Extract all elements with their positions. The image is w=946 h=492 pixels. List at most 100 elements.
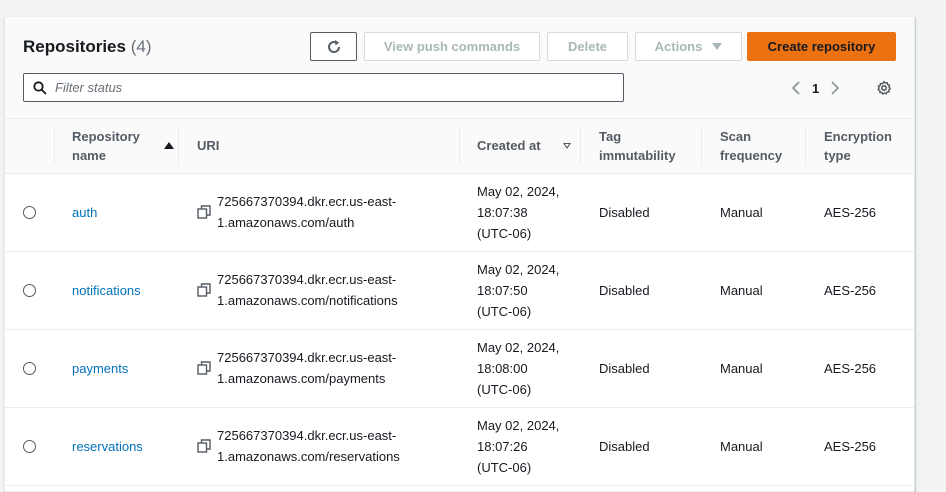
table-row[interactable]: auth 725667370394.dkr.ecr.us-east- 1.ama… [5, 173, 914, 252]
copy-icon[interactable] [197, 283, 211, 297]
select-cell [5, 251, 54, 330]
tag-immutability-cell: Disabled [580, 407, 701, 486]
created-date: May 02, 2024, [477, 261, 560, 277]
page-title: Repositories (4) [23, 37, 152, 57]
select-cell [5, 329, 54, 408]
created-date: May 02, 2024, [477, 417, 560, 433]
table-header-row: Repository name URI Created at Tag immut… [5, 119, 914, 174]
scan-frequency-cell: Manual [701, 407, 805, 486]
created-timezone: (UTC-06) [477, 381, 532, 397]
copy-icon[interactable] [197, 361, 211, 375]
column-label: URI [197, 138, 220, 154]
created-at-cell: May 02, 2024, 18:07:26 (UTC-06) [459, 407, 580, 486]
repository-name-link[interactable]: payments [72, 361, 128, 376]
tag-immutability-cell: Disabled [580, 173, 701, 252]
encryption-type-cell: AES-256 [805, 329, 914, 408]
row-radio-button[interactable] [23, 283, 36, 297]
title-text: Repositories [23, 37, 126, 56]
table-row[interactable]: notifications 725667370394.dkr.ecr.us-ea… [5, 251, 914, 330]
column-label: Scan frequency [720, 128, 783, 163]
created-at-cell: May 02, 2024, 18:07:50 (UTC-06) [459, 251, 580, 330]
tag-immutability-cell: Disabled [580, 251, 701, 330]
column-label: Encryption type [824, 128, 892, 163]
column-header-tag-immutability: Tag immutability [580, 119, 701, 174]
column-header-uri: URI [178, 119, 459, 174]
refresh-button[interactable] [310, 32, 357, 61]
current-page[interactable]: 1 [812, 81, 819, 96]
view-push-commands-button[interactable]: View push commands [364, 32, 540, 61]
created-at-cell: May 02, 2024, 18:08:00 (UTC-06) [459, 329, 580, 408]
copy-icon[interactable] [197, 439, 211, 453]
created-timezone: (UTC-06) [477, 459, 532, 475]
uri-line: 725667370394.dkr.ecr.us-east- [217, 194, 397, 209]
name-cell: notifications [54, 251, 178, 330]
select-column-header [5, 119, 54, 174]
column-header-scan-frequency: Scan frequency [701, 119, 805, 174]
created-time: 18:07:50 [477, 282, 528, 298]
scan-frequency-cell: Manual [701, 329, 805, 408]
row-radio-button[interactable] [23, 361, 36, 375]
encryption-type-cell: AES-256 [805, 173, 914, 252]
column-label: Repository name [72, 128, 140, 163]
select-cell [5, 173, 54, 252]
delete-button[interactable]: Delete [547, 32, 628, 61]
created-time: 18:07:26 [477, 438, 528, 454]
scan-frequency-cell: Manual [701, 173, 805, 252]
created-timezone: (UTC-06) [477, 303, 532, 319]
created-date: May 02, 2024, [477, 339, 560, 355]
uri-cell: 725667370394.dkr.ecr.us-east- 1.amazonaw… [178, 329, 459, 408]
repositories-panel: Repositories (4) View push commands Dele… [4, 16, 915, 492]
encryption-type-cell: AES-256 [805, 251, 914, 330]
copy-icon[interactable] [197, 205, 211, 219]
uri-line: 725667370394.dkr.ecr.us-east- [217, 272, 397, 287]
table-row[interactable]: payments 725667370394.dkr.ecr.us-east- 1… [5, 329, 914, 408]
uri-cell: 725667370394.dkr.ecr.us-east- 1.amazonaw… [178, 407, 459, 486]
sort-descending-icon [562, 142, 571, 149]
column-label: Created at [477, 138, 541, 154]
caret-down-icon [712, 43, 723, 50]
pagination: 1 [786, 77, 845, 99]
column-label: Tag immutability [599, 128, 676, 163]
scan-frequency-cell: Manual [701, 251, 805, 330]
created-time: 18:08:00 [477, 360, 528, 376]
refresh-icon [327, 39, 340, 53]
created-timezone: (UTC-06) [477, 225, 532, 241]
repository-name-link[interactable]: auth [72, 205, 97, 220]
panel-header: Repositories (4) View push commands Dele… [5, 17, 914, 119]
created-date: May 02, 2024, [477, 183, 560, 199]
chevron-left-icon[interactable] [786, 78, 806, 98]
name-cell: payments [54, 329, 178, 408]
name-cell: reservations [54, 407, 178, 486]
row-radio-button[interactable] [23, 439, 36, 453]
gear-icon[interactable] [874, 78, 894, 98]
uri-cell: 725667370394.dkr.ecr.us-east- 1.amazonaw… [178, 173, 459, 252]
uri-cell: 725667370394.dkr.ecr.us-east- 1.amazonaw… [178, 251, 459, 330]
repositories-table: Repository name URI Created at Tag immut… [5, 119, 914, 486]
select-cell [5, 407, 54, 486]
uri-line: 725667370394.dkr.ecr.us-east- [217, 350, 397, 365]
uri-line: 725667370394.dkr.ecr.us-east- [217, 428, 397, 443]
column-header-created-at[interactable]: Created at [459, 119, 580, 174]
column-header-encryption-type: Encryption type [805, 119, 914, 174]
create-repository-button[interactable]: Create repository [747, 32, 896, 61]
filter-input[interactable] [55, 80, 595, 95]
table-row[interactable]: reservations 725667370394.dkr.ecr.us-eas… [5, 407, 914, 486]
repository-name-link[interactable]: reservations [72, 439, 143, 454]
uri-line: 1.amazonaws.com/reservations [217, 449, 400, 464]
repository-name-link[interactable]: notifications [72, 283, 141, 298]
created-time: 18:07:38 [477, 204, 528, 220]
uri-line: 1.amazonaws.com/auth [217, 215, 355, 230]
tag-immutability-cell: Disabled [580, 329, 701, 408]
row-radio-button[interactable] [23, 205, 36, 219]
actions-dropdown[interactable]: Actions [635, 32, 742, 61]
sort-ascending-icon [164, 142, 174, 150]
repository-count: (4) [130, 37, 152, 56]
name-cell: auth [54, 173, 178, 252]
search-icon [32, 80, 48, 96]
actions-label: Actions [654, 39, 703, 54]
chevron-right-icon[interactable] [825, 78, 845, 98]
uri-line: 1.amazonaws.com/notifications [217, 293, 398, 308]
filter-search-box[interactable] [23, 73, 624, 102]
column-header-repository-name[interactable]: Repository name [54, 119, 178, 174]
uri-line: 1.amazonaws.com/payments [217, 371, 386, 386]
